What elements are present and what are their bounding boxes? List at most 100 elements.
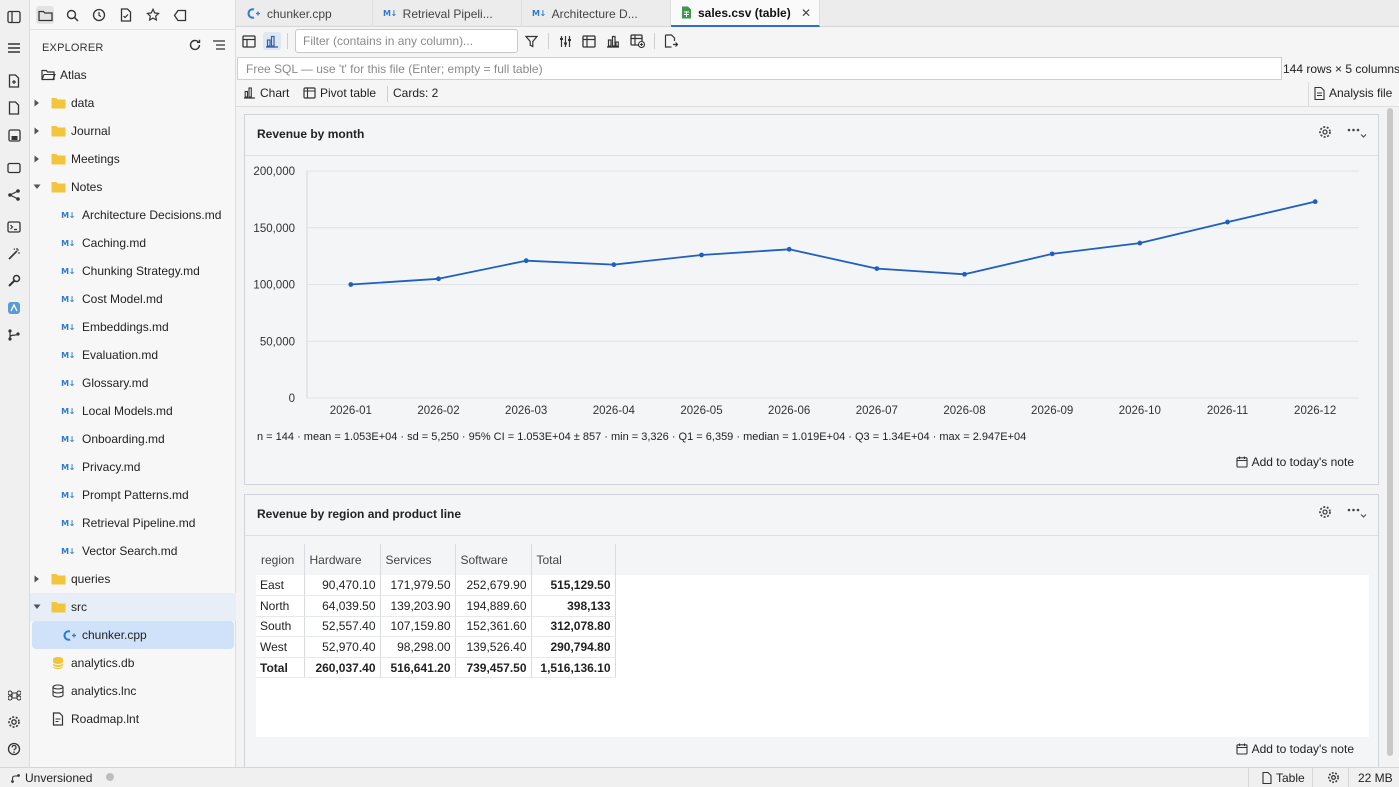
- tree-root[interactable]: Atlas: [30, 61, 236, 89]
- tree-file-note[interactable]: M↓ Prompt Patterns.md: [30, 481, 236, 509]
- tree-file-note[interactable]: M↓ Cost Model.md: [30, 285, 236, 313]
- tab-sales-csv[interactable]: sales.csv (table) ✕: [671, 0, 820, 27]
- column-header[interactable]: Services: [380, 544, 456, 575]
- tab-chunker[interactable]: chunker.cpp: [236, 0, 373, 27]
- tree-folder-journal[interactable]: Journal: [30, 117, 236, 145]
- y-tick-label: 0: [289, 393, 295, 405]
- chevron-right-icon[interactable]: [32, 98, 42, 108]
- toolbar-separator: [548, 33, 549, 49]
- column-header[interactable]: Software: [455, 544, 532, 575]
- data-point: [523, 258, 529, 264]
- value-cell: 64,039.50: [304, 595, 381, 617]
- menu-icon[interactable]: [5, 39, 23, 57]
- tree-folder-meetings[interactable]: Meetings: [30, 145, 236, 173]
- column-header[interactable]: Total: [531, 544, 616, 575]
- tree-file-note[interactable]: M↓ Embeddings.md: [30, 313, 236, 341]
- add-pivot-button[interactable]: Pivot table: [303, 86, 376, 100]
- column-header[interactable]: Hardware: [304, 544, 381, 575]
- sliders-icon[interactable]: [556, 32, 574, 50]
- history-icon[interactable]: [90, 6, 108, 24]
- x-tick-label: 2026-04: [593, 405, 636, 417]
- command-icon[interactable]: [5, 686, 23, 704]
- gear-icon[interactable]: [1318, 505, 1334, 521]
- collapse-all-icon[interactable]: [212, 39, 228, 55]
- tree-item-label: src: [71, 600, 87, 614]
- wrench-icon[interactable]: [5, 272, 23, 290]
- spreadsheet-icon: [681, 6, 692, 19]
- chevron-down-icon[interactable]: [32, 602, 42, 612]
- value-cell: 90,470.10: [304, 575, 381, 597]
- tree-file-note[interactable]: M↓ Chunking Strategy.md: [30, 257, 236, 285]
- tree-file-note[interactable]: M↓ Glossary.md: [30, 369, 236, 397]
- table-view-icon[interactable]: [240, 32, 258, 50]
- more-options-icon[interactable]: [1346, 125, 1368, 141]
- terminal-icon[interactable]: [5, 218, 23, 236]
- column-header[interactable]: region: [256, 544, 305, 575]
- add-to-note-button[interactable]: Add to today's note: [1236, 455, 1354, 469]
- pivot-icon[interactable]: [580, 32, 598, 50]
- chart-view-icon[interactable]: [263, 32, 281, 50]
- value-cell: 252,679.90: [455, 575, 532, 597]
- tree-file-note[interactable]: M↓ Vector Search.md: [30, 537, 236, 565]
- data-point: [874, 266, 880, 272]
- tree-folder-queries[interactable]: queries: [30, 565, 236, 593]
- analysis-file-button[interactable]: Analysis file: [1314, 86, 1392, 100]
- more-options-icon[interactable]: [1346, 505, 1368, 521]
- tree-folder-src[interactable]: src: [30, 593, 236, 621]
- filter-icon[interactable]: [522, 32, 540, 50]
- window-icon[interactable]: [5, 159, 23, 177]
- refresh-icon[interactable]: [188, 38, 204, 54]
- content-scrollbar[interactable]: [1386, 108, 1394, 756]
- search-icon[interactable]: [63, 6, 81, 24]
- tasks-icon[interactable]: [117, 6, 135, 24]
- view-mode-status[interactable]: Table: [1262, 771, 1305, 785]
- star-icon[interactable]: [144, 6, 162, 24]
- close-icon[interactable]: ✕: [801, 6, 811, 20]
- filter-input[interactable]: [295, 29, 518, 53]
- sidebar-toggle-icon[interactable]: [5, 8, 23, 26]
- tree-file-note[interactable]: M↓ Local Models.md: [30, 397, 236, 425]
- tree-file-analytics-lnc[interactable]: analytics.lnc: [30, 677, 236, 705]
- export-icon[interactable]: [662, 32, 680, 50]
- tag-icon[interactable]: [171, 6, 189, 24]
- app-icon[interactable]: [5, 299, 23, 317]
- x-tick-label: 2026-11: [1207, 405, 1248, 417]
- chevron-down-icon[interactable]: [32, 182, 42, 192]
- tree-file-note[interactable]: M↓ Privacy.md: [30, 453, 236, 481]
- region-cell: South: [256, 616, 305, 638]
- add-to-note-button[interactable]: Add to today's note: [1236, 742, 1354, 756]
- tree-file-note[interactable]: M↓ Retrieval Pipeline.md: [30, 509, 236, 537]
- tree-file-roadmap[interactable]: Roadmap.lnt: [30, 705, 236, 733]
- tab-architecture-decisions[interactable]: M↓ Architecture D...: [522, 0, 671, 27]
- add-chart-button[interactable]: Chart: [243, 86, 289, 100]
- scrollbar-thumb[interactable]: [1387, 108, 1393, 756]
- cpp-icon: [246, 7, 261, 20]
- folder-icon[interactable]: [36, 6, 54, 24]
- chevron-right-icon[interactable]: [32, 154, 42, 164]
- settings-icon[interactable]: [5, 713, 23, 731]
- tree-file-note[interactable]: M↓ Architecture Decisions.md: [30, 201, 236, 229]
- tree-file-chunker[interactable]: chunker.cpp: [32, 621, 234, 649]
- save-icon[interactable]: [5, 126, 23, 144]
- chevron-right-icon[interactable]: [32, 574, 42, 584]
- add-column-icon[interactable]: [628, 32, 646, 50]
- tree-folder-data[interactable]: data: [30, 89, 236, 117]
- branch-icon[interactable]: [5, 326, 23, 344]
- tree-file-note[interactable]: M↓ Evaluation.md: [30, 341, 236, 369]
- graph-icon[interactable]: [5, 186, 23, 204]
- sql-query-input[interactable]: [237, 57, 1282, 80]
- tree-folder-notes[interactable]: Notes: [30, 173, 236, 201]
- vcs-status[interactable]: Unversioned: [10, 771, 92, 785]
- magic-wand-icon[interactable]: [5, 245, 23, 263]
- tree-file-note[interactable]: M↓ Caching.md: [30, 229, 236, 257]
- help-icon[interactable]: [5, 740, 23, 758]
- settings-icon[interactable]: [1327, 771, 1340, 784]
- new-note-icon[interactable]: [5, 72, 23, 90]
- tab-retrieval-pipeline[interactable]: M↓ Retrieval Pipeli...: [373, 0, 522, 27]
- tree-file-analytics-db[interactable]: analytics.db: [30, 649, 236, 677]
- document-icon[interactable]: [5, 99, 23, 117]
- tree-file-note[interactable]: M↓ Onboarding.md: [30, 425, 236, 453]
- gear-icon[interactable]: [1318, 125, 1334, 141]
- chevron-right-icon[interactable]: [32, 126, 42, 136]
- bar-chart-icon[interactable]: [604, 32, 622, 50]
